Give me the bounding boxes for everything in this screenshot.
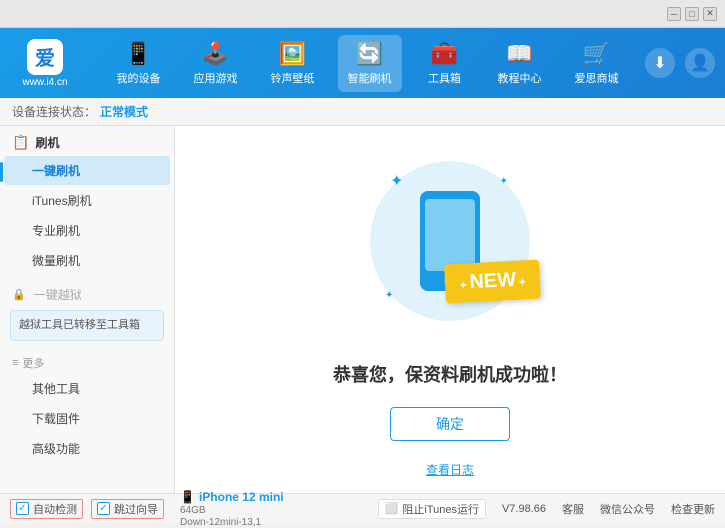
nav-items: 📱 我的设备 🕹️ 应用游戏 🖼️ 铃声壁纸 🔄 智能刷机 🧰 工具箱 📖 教程… — [100, 35, 635, 92]
nav-smart-flash-label: 智能刷机 — [348, 70, 392, 86]
sidebar-micro-flash[interactable]: 微量刷机 — [4, 246, 170, 275]
nav-ringtones-label: 铃声壁纸 — [271, 70, 315, 86]
sidebar-advanced[interactable]: 高级功能 — [4, 434, 170, 463]
close-button[interactable]: ✕ — [703, 7, 717, 21]
sidebar-pro-flash[interactable]: 专业刷机 — [4, 216, 170, 245]
sidebar: 📋 刷机 一键刷机 iTunes刷机 专业刷机 微量刷机 🔒 一键越狱 越狱工具… — [0, 126, 175, 493]
device-icon: 📱 — [180, 490, 195, 504]
itunes-status[interactable]: ⬜ 阻止iTunes运行 — [378, 499, 486, 519]
sidebar-jailbreak-section: 🔒 一键越狱 — [0, 279, 174, 306]
service-link[interactable]: 客服 — [562, 501, 584, 517]
sparkle-3: ✦ — [385, 290, 393, 301]
auto-detect-label: 自动检测 — [33, 501, 77, 517]
logo-icon: 爱 — [27, 39, 63, 75]
nav-apps-games[interactable]: 🕹️ 应用游戏 — [184, 35, 248, 92]
nav-smart-flash[interactable]: 🔄 智能刷机 — [338, 35, 402, 92]
sidebar-itunes-flash[interactable]: iTunes刷机 — [4, 186, 170, 215]
my-device-icon: 📱 — [125, 41, 152, 67]
more-section-title: 更多 — [22, 355, 44, 371]
nav-store-label: 爱思商城 — [575, 70, 619, 86]
phone-circle: ✦ ✦ ✦ NEW — [370, 161, 530, 321]
content-area: ✦ ✦ ✦ NEW 恭喜您，保资料刷机成功啦！ 确定 查看日志 — [175, 126, 725, 493]
new-badge: NEW — [444, 260, 541, 304]
header-right: ⬇ 👤 — [645, 48, 715, 78]
success-text: 恭喜您，保资料刷机成功啦！ — [333, 361, 567, 387]
jailbreak-notice: 越狱工具已转移至工具箱 — [10, 310, 164, 341]
sidebar-download-firmware[interactable]: 下载固件 — [4, 404, 170, 433]
status-label: 设备连接状态： — [12, 103, 96, 120]
phone-screen — [425, 199, 475, 271]
main-layout: 📋 刷机 一键刷机 iTunes刷机 专业刷机 微量刷机 🔒 一键越狱 越狱工具… — [0, 126, 725, 493]
sparkle-1: ✦ — [390, 171, 403, 191]
device-firmware: Down-12mini-13,1 — [180, 517, 284, 528]
device-storage: 64GB — [180, 505, 284, 516]
store-icon: 🛒 — [583, 41, 610, 67]
device-info: 📱 iPhone 12 mini 64GB Down-12mini-13,1 — [180, 490, 284, 528]
nav-my-device-label: 我的设备 — [117, 70, 161, 86]
bottom-right: ⬜ 阻止iTunes运行 V7.98.66 客服 微信公众号 检查更新 — [378, 499, 715, 519]
confirm-button[interactable]: 确定 — [390, 407, 510, 441]
status-bar: 设备连接状态： 正常模式 — [0, 98, 725, 126]
device-name: 📱 iPhone 12 mini — [180, 490, 284, 504]
nav-tutorial-label: 教程中心 — [498, 70, 542, 86]
more-section-icon: ≡ — [12, 357, 18, 369]
flash-section-title: 刷机 — [35, 134, 59, 151]
apps-games-icon: 🕹️ — [202, 41, 229, 67]
sidebar-one-click-flash-wrap: 一键刷机 — [0, 156, 174, 185]
header: 爱 www.i4.cn 📱 我的设备 🕹️ 应用游戏 🖼️ 铃声壁纸 🔄 智能刷… — [0, 28, 725, 98]
maximize-button[interactable]: □ — [685, 7, 699, 21]
status-value: 正常模式 — [100, 103, 148, 120]
itunes-status-label: 阻止iTunes运行 — [402, 501, 479, 517]
window-controls[interactable]: ─ □ ✕ — [667, 7, 717, 21]
auto-detect-checkbox[interactable]: ✓ — [16, 502, 29, 515]
logo-url: www.i4.cn — [22, 77, 67, 88]
nav-tutorial[interactable]: 📖 教程中心 — [488, 35, 552, 92]
check-update-link[interactable]: 检查更新 — [671, 501, 715, 517]
title-bar: ─ □ ✕ — [0, 0, 725, 28]
tutorial-icon: 📖 — [506, 41, 533, 67]
sparkle-2: ✦ — [500, 176, 508, 187]
nav-ringtones[interactable]: 🖼️ 铃声壁纸 — [261, 35, 325, 92]
skip-wizard-checkbox[interactable]: ✓ — [97, 502, 110, 515]
wechat-link[interactable]: 微信公众号 — [600, 501, 655, 517]
ringtones-icon: 🖼️ — [279, 41, 306, 67]
success-illustration: ✦ ✦ ✦ NEW — [350, 141, 550, 341]
itunes-status-icon: ⬜ — [385, 502, 399, 515]
skip-wizard-label: 跳过向导 — [114, 501, 158, 517]
nav-toolbox-label: 工具箱 — [428, 70, 461, 86]
bottom-bar: ✓ 自动检测 ✓ 跳过向导 📱 iPhone 12 mini 64GB Down… — [0, 493, 725, 523]
sidebar-other-tools[interactable]: 其他工具 — [4, 374, 170, 403]
jailbreak-icon: 🔒 — [12, 288, 26, 301]
minimize-button[interactable]: ─ — [667, 7, 681, 21]
nav-toolbox[interactable]: 🧰 工具箱 — [415, 35, 475, 92]
flash-section-icon: 📋 — [12, 134, 29, 151]
download-button[interactable]: ⬇ — [645, 48, 675, 78]
nav-apps-games-label: 应用游戏 — [194, 70, 238, 86]
bottom-left: ✓ 自动检测 ✓ 跳过向导 📱 iPhone 12 mini 64GB Down… — [10, 490, 284, 528]
sidebar-more-section: ≡ 更多 — [0, 349, 174, 373]
sidebar-one-click-flash[interactable]: 一键刷机 — [4, 156, 170, 185]
smart-flash-icon: 🔄 — [356, 41, 383, 67]
sidebar-section-flash: 📋 刷机 — [0, 126, 174, 155]
jailbreak-title: 一键越狱 — [34, 286, 82, 303]
auto-detect-wrap[interactable]: ✓ 自动检测 — [10, 499, 83, 519]
account-button[interactable]: 👤 — [685, 48, 715, 78]
toolbox-icon: 🧰 — [431, 41, 458, 67]
skip-wizard-wrap[interactable]: ✓ 跳过向导 — [91, 499, 164, 519]
repeat-link[interactable]: 查看日志 — [426, 461, 474, 478]
nav-my-device[interactable]: 📱 我的设备 — [107, 35, 171, 92]
logo: 爱 www.i4.cn — [10, 39, 80, 88]
version-label: V7.98.66 — [502, 503, 546, 515]
nav-store[interactable]: 🛒 爱思商城 — [565, 35, 629, 92]
